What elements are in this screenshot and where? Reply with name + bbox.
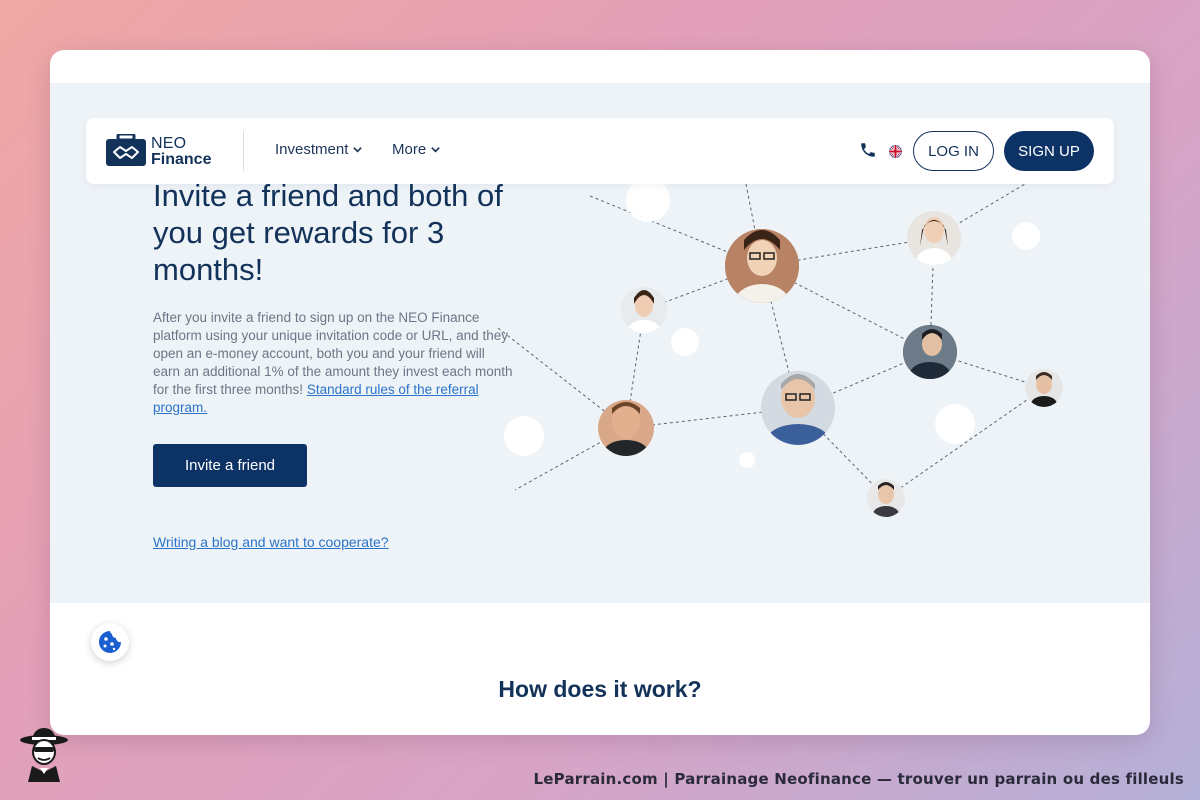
cookie-icon [99,631,121,653]
nav-more[interactable]: More [392,141,441,158]
neo-finance-logo[interactable]: NEO Finance [106,132,216,170]
header-divider [243,131,244,171]
nav-investment-label: Investment [275,141,349,158]
avatar-man-dark-suit [903,325,957,379]
hero-description: After you invite a friend to sign up on … [153,309,513,417]
briefcase-handshake-logo-icon [106,134,146,166]
footer-caption: LeParrain.com | Parrainage Neofinance — … [533,770,1184,788]
nav-investment[interactable]: Investment [275,141,363,158]
avatar-man-short-hair [867,479,905,517]
avatar-woman-white-shirt [907,211,961,265]
avatar-woman-glasses [725,229,799,303]
uk-flag-icon[interactable] [889,145,902,158]
phone-icon[interactable] [859,141,877,159]
site-header: NEO Finance Investment More LOG IN SIGN … [86,118,1114,184]
avatar-young-man [1025,369,1063,407]
nav-more-label: More [392,141,427,158]
chevron-down-icon [353,147,363,153]
cookie-settings-button[interactable] [91,623,129,661]
chevron-down-icon [431,147,440,153]
mascot-icon [20,728,68,782]
invite-friend-button[interactable]: Invite a friend [153,444,307,487]
avatar-older-man-glasses [761,371,835,445]
page-card: NEO Finance Investment More LOG IN SIGN … [50,50,1150,735]
logo-text-finance: Finance [151,151,212,168]
login-button[interactable]: LOG IN [913,131,994,171]
hero-title: Invite a friend and both of you get rewa… [153,178,503,287]
avatar-woman-smiling [621,287,667,333]
how-it-works-title: How does it work? [498,676,702,702]
blog-cooperation-link[interactable]: Writing a blog and want to cooperate? [153,534,389,550]
signup-button[interactable]: SIGN UP [1004,131,1094,171]
avatar-man-smiling [598,400,654,456]
